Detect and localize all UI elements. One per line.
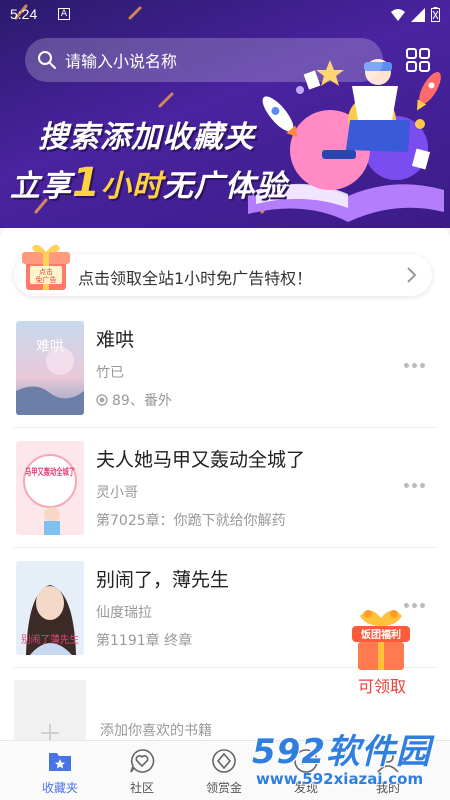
book-title: 难哄 [96,329,135,351]
ad-free-privilege-button[interactable]: 点击 免广告 点击领取全站1小时免广告特权！ [14,244,432,296]
grid-menu-icon[interactable] [406,48,430,72]
book-item[interactable]: 马甲又轰动全城了 夫人她马甲又轰动全城了 灵小哥 第7025章：你跪下就给你解药 [0,428,450,548]
nav-item-bookshelf[interactable]: 收藏夹 [18,741,102,800]
promo-headline: 搜索添加收藏夹 [38,120,255,155]
book-progress-text: 第7025章：你跪下就给你解药 [96,513,286,529]
promo-prefix: 立享 [10,169,72,204]
book-title: 别闹了，薄先生 [96,569,230,591]
promo-number: 1 [72,160,101,206]
welfare-badge: 饭团福利 [360,628,401,641]
search-input[interactable]: 请输入小说名称 [25,38,383,82]
heart-chat-icon [130,749,155,773]
banner[interactable]: 5:24 A 请输入小说名称 搜索添加收藏夹 立享1小时无广体验 [0,0,450,228]
book-author: 仙度瑞拉 [96,605,152,621]
bookmark-folder-icon [49,753,71,771]
gift-box-icon: 点击 免广告 [22,244,70,290]
book-progress-text: 第1191章 终章 [96,633,193,649]
book-cover: 难哄 [16,321,84,415]
more-options-icon[interactable] [404,483,425,488]
cover-title: 马甲又轰动全城了 [25,466,75,478]
gift-badge-bottom: 免广告 [36,275,57,284]
promo-highlight: 小时 [100,169,163,204]
promo-suffix: 无广体验 [162,169,287,204]
watermark-logo: 592软件园 www.592xiazai.com [248,722,450,800]
status-time: 5:24 [10,6,38,22]
book-progress: 第7025章：你跪下就给你解药 [96,510,286,530]
nav-label: 收藏夹 [41,781,78,795]
book-item[interactable]: 难哄 难哄 竹已 89、番外 [0,308,450,428]
book-progress: 89、番外 [96,390,172,410]
book-author: 灵小哥 [96,485,138,501]
watermark-url: www.592xiazai.com [256,770,424,788]
welfare-gift-icon[interactable]: 饭团福利 [346,604,416,674]
promo-subline: 立享1小时无广体验 [10,160,287,206]
ad-privilege-text: 点击领取全站1小时免广告特权！ [78,269,313,288]
read-progress-icon [96,394,108,406]
search-placeholder: 请输入小说名称 [65,52,178,71]
nav-label: 社区 [129,781,154,795]
coin-icon [212,749,236,773]
cover-title: 难哄 [36,339,64,355]
more-options-icon[interactable] [404,363,425,368]
battery-icon [431,7,440,22]
book-title: 夫人她马甲又轰动全城了 [96,449,306,471]
add-book-button[interactable] [14,680,86,740]
watermark-title: 592软件园 [252,732,431,772]
wifi-icon [391,8,405,21]
add-book-hint: 添加你喜欢的书籍 [100,723,212,739]
book-cover: 马甲又轰动全城了 [16,441,84,535]
plus-icon [41,724,59,740]
book-progress: 第1191章 终章 [96,630,192,650]
status-bar: 5:24 A [0,0,450,30]
notification-icon: A [58,8,70,20]
gift-badge-top: 点击 [39,267,53,276]
claim-label[interactable]: 可领取 [358,673,406,697]
search-icon [38,51,56,69]
book-progress-text: 89、番外 [112,393,172,409]
chevron-right-icon [407,267,417,283]
cover-title: 别闹了薄先生 [21,633,79,646]
nav-item-community[interactable]: 社区 [100,741,184,800]
signal-icon [411,7,425,22]
status-icons [391,7,440,22]
book-author: 竹已 [96,365,124,381]
book-cover: 别闹了薄先生 [16,561,84,655]
